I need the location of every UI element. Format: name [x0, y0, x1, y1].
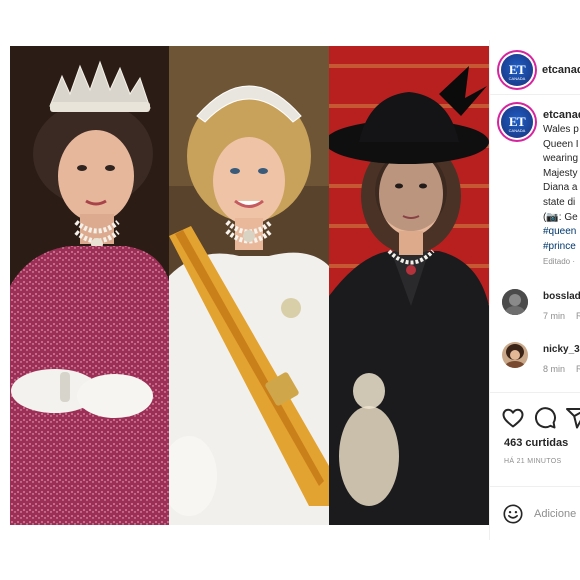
diana-illustration	[169, 46, 329, 525]
hashtag-link[interactable]: #queen	[543, 225, 580, 240]
image-panel-diana	[169, 46, 329, 525]
header-divider	[490, 94, 580, 95]
caption-avatar[interactable]: ET CANADA	[501, 106, 533, 138]
actions-divider	[490, 392, 580, 393]
caption-line: wearing	[543, 153, 579, 165]
likes-count[interactable]: 463 curtidas	[504, 437, 568, 449]
comment-input[interactable]	[534, 504, 580, 524]
edited-label: Editado ·	[543, 257, 576, 266]
instagram-post-modal: ET CANADA etcanad ET CANADA etcanad Wale…	[0, 40, 580, 540]
account-avatar[interactable]: ET CANADA	[501, 54, 533, 86]
caption-line: Diana a	[543, 182, 578, 194]
comment-username[interactable]: bosslad	[543, 291, 580, 302]
caption-line: (📷: Ge	[543, 211, 578, 223]
comment-time: 7 min	[543, 311, 566, 321]
comment-time: 8 min	[543, 364, 566, 374]
caption-avatar-logo-subtext: CANADA	[508, 128, 526, 133]
comment-reply-button[interactable]: R	[576, 364, 580, 374]
queen-illustration	[10, 46, 169, 525]
commenter-avatar-photo	[502, 342, 528, 368]
caption-line: Queen I	[543, 138, 579, 150]
add-comment-bar	[490, 486, 580, 540]
post-image[interactable]	[10, 46, 489, 525]
commenter-avatar[interactable]	[502, 342, 528, 368]
avatar-logo-subtext: CANADA	[508, 76, 526, 81]
post-timestamp: HÁ 21 MINUTOS	[504, 458, 562, 465]
post-caption: Wales p Queen I wearing Majesty Diana a …	[543, 123, 580, 254]
image-panel-catherine	[329, 46, 489, 525]
account-username[interactable]: etcanad	[542, 64, 580, 76]
hashtag-link[interactable]: #prince	[543, 240, 580, 255]
comment-icon[interactable]	[533, 406, 557, 430]
smiley-icon[interactable]	[502, 503, 524, 525]
post-header: ET CANADA etcanad	[490, 40, 580, 94]
comment-reply-button[interactable]: R	[576, 311, 580, 321]
caption-line: Majesty	[543, 167, 578, 179]
caption-line: Wales p	[543, 124, 579, 135]
commenter-avatar-photo	[502, 289, 528, 315]
caption-username[interactable]: etcanad	[543, 109, 580, 121]
paper-plane-icon[interactable]	[565, 406, 580, 430]
catherine-illustration	[329, 46, 489, 525]
post-sidebar: ET CANADA etcanad ET CANADA etcanad Wale…	[489, 40, 580, 540]
image-panel-queen	[10, 46, 169, 525]
caption-line: state di	[543, 196, 576, 208]
post-actions	[490, 402, 580, 432]
comment-username[interactable]: nicky_3	[543, 344, 580, 355]
heart-icon[interactable]	[501, 406, 525, 430]
commenter-avatar[interactable]	[502, 289, 528, 315]
